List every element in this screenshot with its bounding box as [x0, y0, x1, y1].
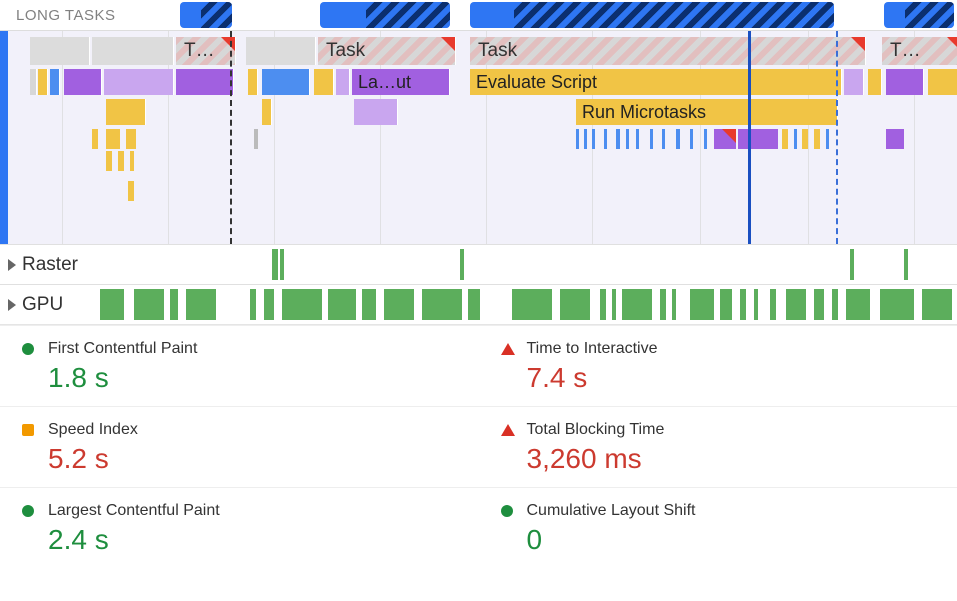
task-item[interactable] [30, 37, 90, 65]
metric-label: Total Blocking Time [527, 421, 938, 439]
left-strip [0, 31, 8, 244]
task-row: T… Task Task T… [10, 37, 957, 65]
flame-bar-layout[interactable]: La…ut [352, 69, 450, 95]
task-item[interactable]: Task [318, 37, 456, 65]
long-task-bar[interactable] [470, 2, 834, 28]
flame-bar[interactable] [262, 69, 310, 95]
metric-label: First Contentful Paint [48, 340, 459, 358]
gpu-lane[interactable]: GPU [0, 284, 957, 324]
flame-bar[interactable] [844, 69, 864, 95]
status-good-icon [22, 343, 34, 355]
flame-bar[interactable] [262, 99, 272, 125]
task-item[interactable]: T… [882, 37, 957, 65]
metric-value: 5.2 s [48, 443, 459, 475]
flame-bar[interactable] [64, 69, 102, 95]
raster-label: Raster [0, 254, 90, 276]
flame-bar[interactable] [106, 99, 146, 125]
marker-solid[interactable] [748, 31, 751, 244]
expand-icon[interactable] [8, 299, 16, 311]
task-label: Task [326, 40, 365, 62]
task-label: T… [890, 40, 921, 62]
metric-label: Time to Interactive [527, 340, 938, 358]
warning-icon [947, 37, 957, 51]
metric-tti[interactable]: Time to Interactive 7.4 s [479, 325, 957, 406]
flame-bar[interactable] [354, 99, 398, 125]
metric-cls[interactable]: Cumulative Layout Shift 0 [479, 487, 957, 568]
status-good-icon [501, 505, 513, 517]
metrics-panel: First Contentful Paint 1.8 s Time to Int… [0, 324, 957, 568]
bar-label: La…ut [358, 72, 411, 93]
warning-icon [221, 37, 235, 51]
flame-chart[interactable]: LONG TASKS T… Task Task T… [0, 0, 957, 244]
metric-value: 3,260 ms [527, 443, 938, 475]
status-poor-icon [501, 343, 515, 355]
gpu-track [0, 289, 957, 320]
task-item[interactable]: T… [176, 37, 236, 65]
metric-tbt[interactable]: Total Blocking Time 3,260 ms [479, 406, 957, 487]
long-tasks-row: LONG TASKS [0, 0, 957, 30]
long-tasks-track [0, 2, 957, 28]
flame-bar[interactable] [50, 69, 60, 95]
flame-bar[interactable] [928, 69, 957, 95]
long-task-bar[interactable] [320, 2, 450, 28]
raster-track [0, 249, 957, 280]
metric-label: Cumulative Layout Shift [527, 502, 938, 520]
task-item[interactable] [92, 37, 174, 65]
main-thread-track[interactable]: T… Task Task T… La…ut Evaluate Script [0, 30, 957, 244]
metric-value: 1.8 s [48, 362, 459, 394]
metric-fcp[interactable]: First Contentful Paint 1.8 s [0, 325, 479, 406]
flame-bar[interactable] [868, 69, 882, 95]
task-item[interactable]: Task [470, 37, 866, 65]
long-task-bar[interactable] [884, 2, 954, 28]
metric-si[interactable]: Speed Index 5.2 s [0, 406, 479, 487]
warning-icon [722, 129, 736, 143]
flame-bar[interactable] [38, 69, 48, 95]
expand-icon[interactable] [8, 259, 16, 271]
long-task-bar[interactable] [180, 2, 232, 28]
raster-lane[interactable]: Raster [0, 244, 957, 284]
metric-label: Speed Index [48, 421, 459, 439]
gpu-label: GPU [0, 294, 90, 316]
flame-bar[interactable] [336, 69, 350, 95]
flame-bar[interactable] [886, 69, 924, 95]
status-good-icon [22, 505, 34, 517]
task-label: Task [478, 40, 517, 62]
marker-dashed[interactable] [836, 31, 838, 244]
task-label: T… [184, 40, 215, 62]
bar-label: Run Microtasks [582, 102, 706, 123]
flame-bar[interactable] [30, 69, 37, 95]
marker-dashed[interactable] [230, 31, 232, 244]
flame-bar-run-microtasks[interactable]: Run Microtasks [576, 99, 838, 125]
flame-bar[interactable] [176, 69, 234, 95]
metric-value: 7.4 s [527, 362, 938, 394]
warning-icon [441, 37, 455, 51]
warning-icon [851, 37, 865, 51]
metric-value: 2.4 s [48, 524, 459, 556]
bar-label: Evaluate Script [476, 72, 597, 93]
flame-bar[interactable] [248, 69, 258, 95]
flame-bar-evaluate-script[interactable]: Evaluate Script [470, 69, 842, 95]
flame-bar[interactable] [314, 69, 334, 95]
status-average-icon [22, 424, 34, 436]
flame-bar[interactable] [104, 69, 174, 95]
status-poor-icon [501, 424, 515, 436]
metric-value: 0 [527, 524, 938, 556]
metric-lcp[interactable]: Largest Contentful Paint 2.4 s [0, 487, 479, 568]
task-item[interactable] [246, 37, 316, 65]
metric-label: Largest Contentful Paint [48, 502, 459, 520]
